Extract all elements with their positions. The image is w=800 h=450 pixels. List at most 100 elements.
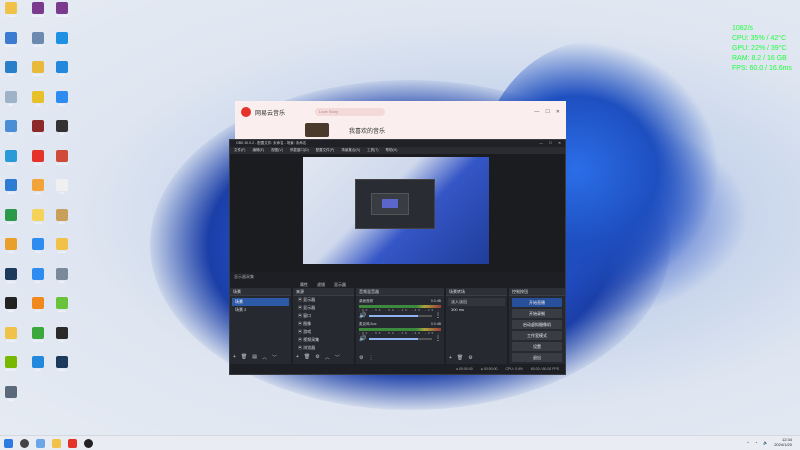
transition-select[interactable]: 淡入淡出: [447, 298, 505, 306]
playlist-title[interactable]: 我喜欢的音乐: [349, 126, 385, 135]
add-icon[interactable]: +: [296, 354, 299, 361]
task-view-icon[interactable]: [36, 438, 45, 448]
menu-item[interactable]: 工具(T): [367, 147, 378, 154]
down-icon[interactable]: ﹀: [335, 354, 340, 361]
menu-item[interactable]: 文件(F): [234, 147, 245, 154]
search-icon[interactable]: [20, 438, 29, 448]
desktop-icon[interactable]: File: [53, 179, 71, 201]
volume-slider[interactable]: [369, 337, 432, 340]
desktop-icon[interactable]: Chrome: [29, 61, 47, 83]
filters-button[interactable]: 滤镜: [317, 281, 325, 288]
remove-icon[interactable]: 🗑: [304, 354, 310, 361]
source-item[interactable]: ▣ 显示器: [295, 296, 352, 304]
source-item[interactable]: ▣ 视频采集: [295, 336, 352, 344]
source-item[interactable]: ▣ 显示器: [295, 304, 352, 312]
desktop-icon[interactable]: Globe: [2, 208, 20, 231]
preview-canvas[interactable]: [303, 157, 489, 264]
desktop-icon[interactable]: Game: [53, 297, 71, 319]
desktop-icon[interactable]: Play: [29, 267, 47, 290]
desktop-icon[interactable]: QR: [53, 120, 71, 142]
desktop-icon[interactable]: Folder: [53, 238, 71, 260]
desktop-icon[interactable]: Steam: [2, 267, 20, 290]
desktop-icon[interactable]: App: [2, 238, 20, 260]
volume-icon[interactable]: 🔈: [763, 440, 768, 445]
source-item[interactable]: ▣ 窗口: [295, 312, 352, 320]
start-recording-button[interactable]: 开始录制: [511, 309, 563, 318]
desktop-icon[interactable]: Char: [2, 385, 20, 408]
gear-icon[interactable]: ⚙: [359, 355, 363, 361]
desktop-icon[interactable]: Game: [29, 120, 47, 142]
remove-icon[interactable]: 🗑: [457, 355, 463, 361]
desktop-icon[interactable]: VLC: [29, 297, 47, 319]
properties-button[interactable]: 属性: [300, 281, 308, 288]
desktop-icon[interactable]: Box: [53, 208, 71, 231]
desktop-icon[interactable]: App: [29, 356, 47, 378]
down-icon[interactable]: ﹀: [272, 354, 277, 361]
desktop-icon[interactable]: App: [53, 31, 71, 54]
desktop-icon[interactable]: Hand: [29, 208, 47, 231]
remove-icon[interactable]: 🗑: [241, 354, 247, 361]
more-icon[interactable]: ⋮: [435, 335, 441, 342]
exit-button[interactable]: 退出: [511, 353, 563, 362]
menu-item[interactable]: 场景集合(S): [341, 147, 360, 154]
minimize-icon[interactable]: —: [534, 109, 539, 115]
desktop-icon[interactable]: Ship: [53, 267, 71, 290]
up-icon[interactable]: ︿: [262, 354, 267, 361]
desktop-icon[interactable]: Folder: [2, 2, 20, 24]
desktop-icon[interactable]: NVIDIA: [2, 356, 20, 378]
desktop-icon[interactable]: PC: [2, 120, 20, 142]
desktop-icon[interactable]: WeChat: [29, 326, 47, 349]
source-item[interactable]: ▣ 图像: [295, 320, 352, 328]
desktop-icon[interactable]: Folder: [2, 326, 20, 349]
desktop-icon[interactable]: App: [53, 61, 71, 83]
desktop-icon[interactable]: Steam: [53, 356, 71, 378]
playlist-cover[interactable]: [305, 123, 329, 137]
desktop-icon[interactable]: Store: [2, 179, 20, 201]
clock[interactable]: 12:34 2024/1/20: [774, 437, 792, 447]
volume-control[interactable]: 🔊 ⋮: [359, 335, 441, 342]
settings-button[interactable]: 设置: [511, 342, 563, 351]
start-streaming-button[interactable]: 开始直播: [511, 298, 563, 307]
desktop-icon[interactable]: Play: [53, 90, 71, 113]
obs-window[interactable]: OBS 30.0.2 - 配置文件: 未命名 - 场景: 未命名 — ☐ ✕ 文…: [229, 139, 566, 375]
desktop-icon[interactable]: App: [29, 179, 47, 201]
desktop-icon[interactable]: Music: [29, 149, 47, 172]
desktop-icon[interactable]: Edge: [2, 149, 20, 172]
up-icon[interactable]: ︿: [325, 354, 330, 361]
close-icon[interactable]: ✕: [558, 140, 561, 147]
volume-control[interactable]: 🔊 ⋮: [359, 312, 441, 319]
menu-item[interactable]: 停靠窗口(D): [290, 147, 309, 154]
desktop-icon[interactable]: Calendar: [53, 149, 71, 172]
start-icon[interactable]: [4, 438, 13, 448]
display-button[interactable]: 显示器: [334, 281, 346, 288]
menu-item[interactable]: 帮助(H): [386, 147, 398, 154]
source-item[interactable]: ▣ 浏览器: [295, 344, 352, 352]
desktop-icon[interactable]: Phone: [29, 31, 47, 54]
desktop-icon[interactable]: Tool: [2, 61, 20, 83]
desktop-icon[interactable]: WinRAR: [29, 2, 47, 24]
chevron-up-icon[interactable]: ^: [747, 440, 749, 445]
volume-slider[interactable]: [369, 314, 432, 317]
music-search-input[interactable]: Love Story: [315, 108, 386, 116]
maximize-icon[interactable]: ☐: [549, 140, 552, 147]
menu-item[interactable]: 视图(V): [271, 147, 283, 154]
menu-item[interactable]: 编辑(E): [252, 147, 264, 154]
scene-item[interactable]: 场景: [232, 298, 289, 306]
desktop-icon[interactable]: App: [29, 90, 47, 113]
speaker-icon[interactable]: 🔊: [359, 312, 366, 319]
add-icon[interactable]: +: [233, 354, 236, 361]
speaker-icon[interactable]: 🔊: [359, 335, 366, 342]
virtual-camera-button[interactable]: 启动虚拟摄像机: [511, 320, 563, 329]
desktop-icon[interactable]: Bin: [2, 90, 20, 113]
gear-icon[interactable]: ⚙: [468, 355, 472, 361]
add-icon[interactable]: +: [449, 355, 452, 361]
close-icon[interactable]: ✕: [556, 109, 560, 115]
network-icon[interactable]: ◔: [755, 440, 757, 445]
scene-item[interactable]: 场景 2: [232, 306, 289, 314]
desktop-icon[interactable]: Play: [29, 238, 47, 260]
desktop-icon[interactable]: OBS: [2, 297, 20, 319]
more-icon[interactable]: ⋮: [368, 355, 373, 361]
minimize-icon[interactable]: —: [539, 140, 543, 147]
more-icon[interactable]: ⋮: [435, 312, 441, 319]
source-item[interactable]: ▣ 游戏: [295, 328, 352, 336]
